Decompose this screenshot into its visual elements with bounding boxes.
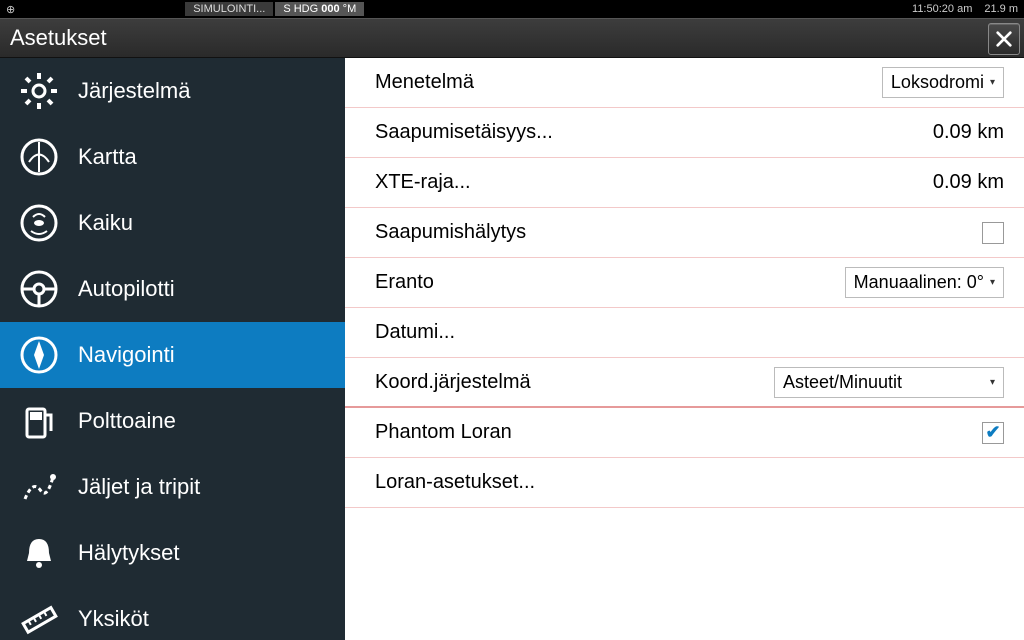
fuel-icon — [18, 400, 60, 442]
sidebar: Järjestelmä Kartta Kaiku Autopilotti Nav — [0, 58, 345, 640]
sidebar-item-units[interactable]: Yksiköt — [0, 586, 345, 640]
datum-label: Datumi... — [375, 321, 1004, 344]
sidebar-item-label: Järjestelmä — [78, 78, 190, 104]
sidebar-item-system[interactable]: Järjestelmä — [0, 58, 345, 124]
loran-label: Loran-asetukset... — [375, 471, 1004, 494]
title-bar: Asetukset — [0, 18, 1024, 58]
chevron-down-icon: ▾ — [990, 277, 995, 288]
bell-icon — [18, 532, 60, 574]
variation-select[interactable]: Manuaalinen: 0° ▾ — [845, 267, 1004, 298]
row-phantom-loran[interactable]: Phantom Loran — [345, 408, 1024, 458]
hdg-value: 000 — [321, 3, 339, 15]
row-xte-limit[interactable]: XTE-raja... 0.09 km — [345, 158, 1024, 208]
row-method[interactable]: Menetelmä Loksodromi ▾ — [345, 58, 1024, 108]
ruler-icon — [18, 598, 60, 640]
sidebar-item-navigation[interactable]: Navigointi — [0, 322, 345, 388]
arrival-alarm-label: Saapumishälytys — [375, 221, 982, 244]
row-datum[interactable]: Datumi... — [345, 308, 1024, 358]
sidebar-item-label: Autopilotti — [78, 276, 175, 302]
sidebar-item-label: Navigointi — [78, 342, 175, 368]
status-bar: ⊕ SIMULOINTI... S HDG 000 °M 11:50:20 am… — [0, 0, 1024, 18]
variation-label: Eranto — [375, 271, 845, 294]
chevron-down-icon: ▾ — [990, 77, 995, 88]
tracks-icon — [18, 466, 60, 508]
heading-readout: S HDG 000 °M — [275, 2, 364, 16]
chevron-down-icon: ▾ — [990, 377, 995, 388]
row-loran-settings[interactable]: Loran-asetukset... — [345, 458, 1024, 508]
sidebar-item-sonar[interactable]: Kaiku — [0, 190, 345, 256]
sidebar-item-chart[interactable]: Kartta — [0, 124, 345, 190]
coord-select[interactable]: Asteet/Minuutit ▾ — [774, 367, 1004, 398]
method-value: Loksodromi — [891, 72, 984, 93]
row-variation[interactable]: Eranto Manuaalinen: 0° ▾ — [345, 258, 1024, 308]
settings-panel: Menetelmä Loksodromi ▾ Saapumisetäisyys.… — [345, 58, 1024, 640]
sidebar-item-label: Polttoaine — [78, 408, 176, 434]
xte-value: 0.09 km — [933, 171, 1004, 194]
sidebar-item-label: Jäljet ja tripit — [78, 474, 200, 500]
arrival-dist-value: 0.09 km — [933, 121, 1004, 144]
hdg-prefix: S HDG — [283, 3, 318, 15]
sidebar-item-alarms[interactable]: Hälytykset — [0, 520, 345, 586]
arrival-alarm-checkbox[interactable] — [982, 222, 1004, 244]
row-arrival-alarm[interactable]: Saapumishälytys — [345, 208, 1024, 258]
sidebar-item-tracks[interactable]: Jäljet ja tripit — [0, 454, 345, 520]
status-tab: SIMULOINTI... — [185, 2, 273, 16]
gear-icon — [18, 70, 60, 112]
method-label: Menetelmä — [375, 71, 882, 94]
sonar-icon — [18, 202, 60, 244]
sidebar-item-label: Hälytykset — [78, 540, 179, 566]
sidebar-item-autopilot[interactable]: Autopilotti — [0, 256, 345, 322]
chart-icon — [18, 136, 60, 178]
hdg-unit: °M — [343, 3, 357, 15]
coord-value: Asteet/Minuutit — [783, 372, 902, 393]
close-icon — [995, 30, 1013, 48]
variation-value: Manuaalinen: 0° — [854, 272, 984, 293]
sidebar-item-label: Kaiku — [78, 210, 133, 236]
close-button[interactable] — [988, 23, 1020, 55]
globe-icon: ⊕ — [6, 3, 15, 16]
row-coord-system[interactable]: Koord.järjestelmä Asteet/Minuutit ▾ — [345, 358, 1024, 408]
row-arrival-distance[interactable]: Saapumisetäisyys... 0.09 km — [345, 108, 1024, 158]
page-title: Asetukset — [10, 25, 107, 51]
coord-label: Koord.järjestelmä — [375, 371, 774, 394]
xte-label: XTE-raja... — [375, 171, 933, 194]
compass-icon — [18, 334, 60, 376]
sidebar-item-label: Kartta — [78, 144, 137, 170]
sidebar-item-fuel[interactable]: Polttoaine — [0, 388, 345, 454]
sidebar-item-label: Yksiköt — [78, 606, 149, 632]
phantom-label: Phantom Loran — [375, 421, 982, 444]
method-select[interactable]: Loksodromi ▾ — [882, 67, 1004, 98]
clock: 11:50:20 am — [912, 3, 972, 15]
wheel-icon — [18, 268, 60, 310]
phantom-checkbox[interactable] — [982, 422, 1004, 444]
arrival-dist-label: Saapumisetäisyys... — [375, 121, 933, 144]
depth-readout: 21.9 m — [984, 3, 1018, 15]
